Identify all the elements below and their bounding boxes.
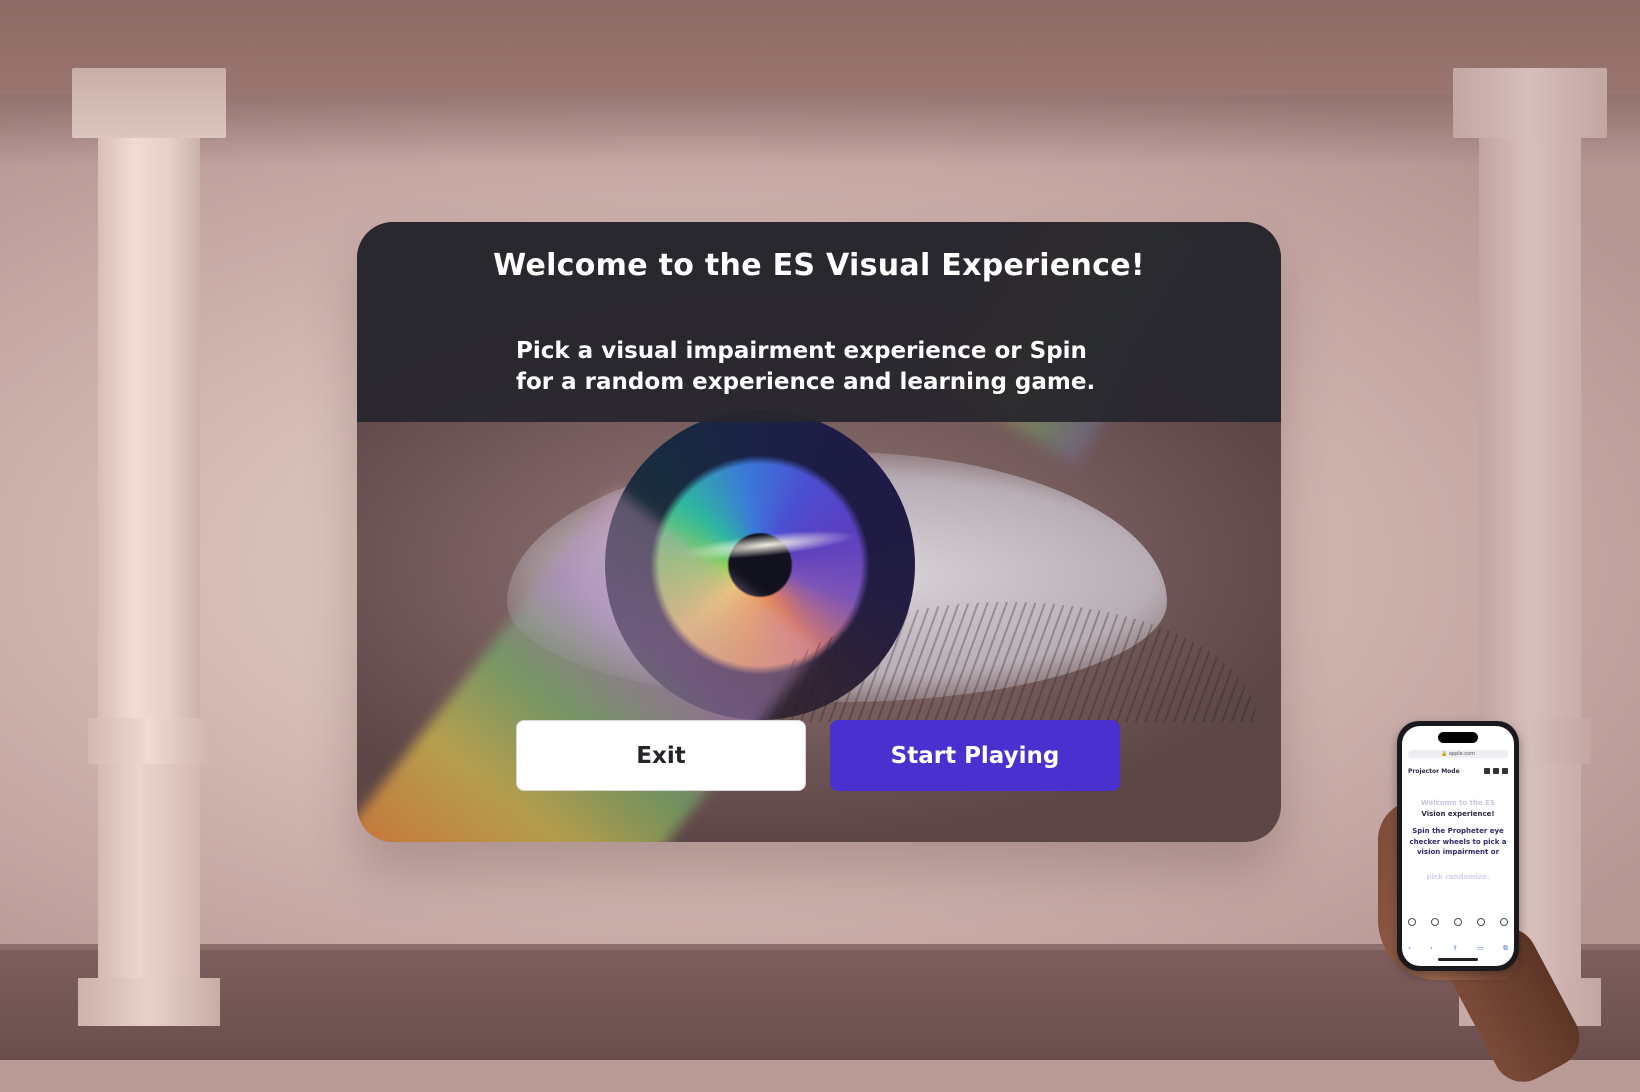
clock-icon[interactable] [1477, 918, 1485, 926]
exit-button[interactable]: Exit [516, 720, 806, 791]
home-indicator [1438, 958, 1478, 961]
phone-device: 🔒 apple.com Projector Mode Welcome to th… [1397, 721, 1519, 971]
share-icon[interactable]: ⇪ [1452, 944, 1458, 953]
start-playing-button[interactable]: Start Playing [830, 720, 1120, 791]
phone-header-row: Projector Mode [1408, 766, 1508, 776]
ceiling-shadow [0, 95, 1640, 165]
speaker-icon[interactable] [1431, 918, 1439, 926]
phone-control-bar [1408, 918, 1508, 926]
phone-body-text: Spin the Propheter eye checker wheels to… [1409, 827, 1507, 856]
phone-body-faded-text: pick randomize. [1426, 873, 1490, 881]
back-icon[interactable]: ‹ [1408, 944, 1411, 953]
home-icon[interactable] [1408, 918, 1416, 926]
panel-header: Welcome to the ES Visual Experience! Pic… [357, 222, 1281, 422]
panel-subtitle: Pick a visual impairment experience or S… [516, 338, 1096, 395]
tabs-icon[interactable]: ⧉ [1503, 944, 1508, 953]
bookmarks-icon[interactable]: ▭ [1477, 944, 1484, 953]
close-icon[interactable] [1454, 918, 1462, 926]
projector-mode-label: Projector Mode [1408, 767, 1460, 775]
cast-icon[interactable] [1484, 768, 1490, 774]
page-title: Welcome to the ES Visual Experience! [493, 248, 1145, 283]
bell-icon[interactable] [1493, 768, 1499, 774]
phone-header-icons [1484, 768, 1508, 774]
phone-url-bar[interactable]: 🔒 apple.com [1408, 750, 1508, 758]
welcome-panel: Welcome to the ES Visual Experience! Pic… [357, 222, 1281, 842]
phone-browser-nav: ‹ › ⇪ ▭ ⧉ [1408, 944, 1508, 953]
help-icon[interactable] [1500, 918, 1508, 926]
phone-faded-heading: Welcome to the ES [1421, 799, 1495, 807]
menu-icon[interactable] [1502, 768, 1508, 774]
forward-icon[interactable]: › [1430, 944, 1433, 953]
phone-screen: 🔒 apple.com Projector Mode Welcome to th… [1402, 726, 1514, 966]
phone-heading: Vision experience! [1421, 810, 1495, 818]
dynamic-island [1438, 732, 1478, 743]
room-floor [0, 950, 1640, 1060]
left-pillar [72, 68, 226, 1026]
room-ceiling [0, 0, 1640, 100]
